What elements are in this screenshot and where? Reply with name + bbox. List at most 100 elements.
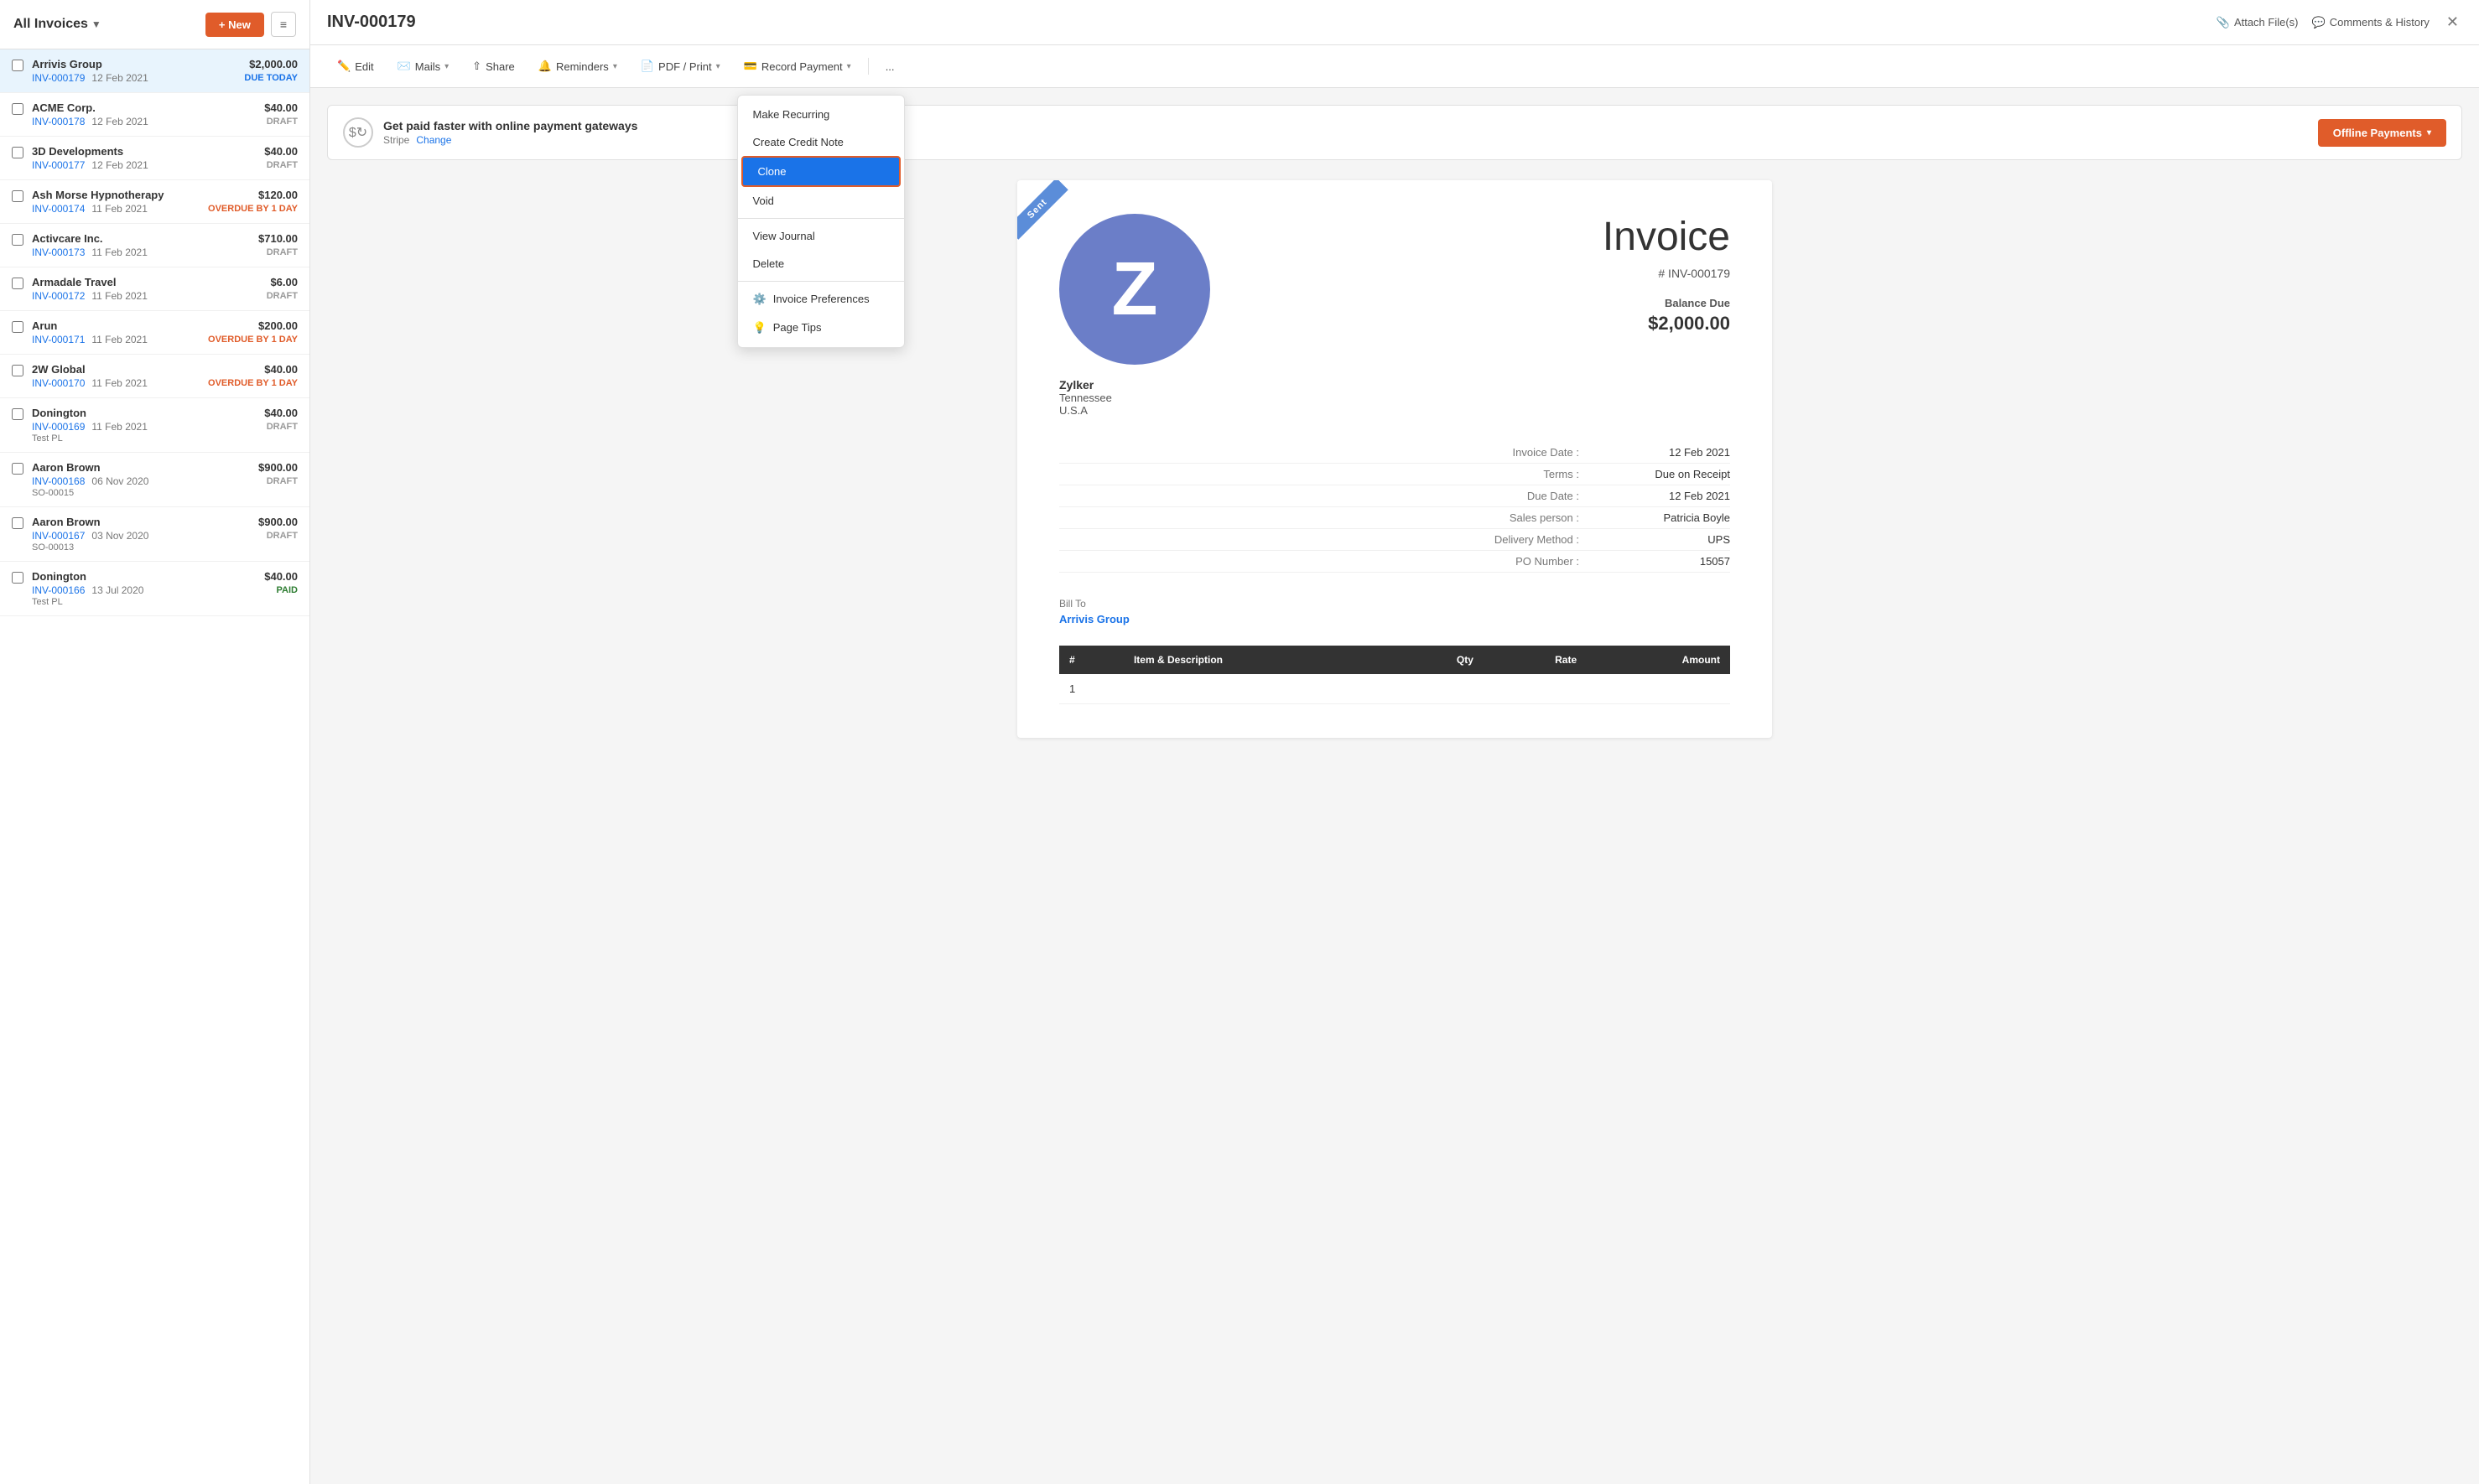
invoice-id[interactable]: INV-000168	[32, 475, 85, 487]
list-item[interactable]: Donington $40.00 INV-000166 13 Jul 2020 …	[0, 562, 309, 616]
delete-item[interactable]: Delete	[738, 250, 904, 278]
invoice-company: Arrivis Group	[32, 58, 102, 70]
close-button[interactable]: ✕	[2443, 10, 2462, 34]
comments-history-link[interactable]: 💬 Comments & History	[2312, 16, 2430, 29]
item-amount	[1587, 674, 1730, 704]
status-badge: DRAFT	[267, 475, 298, 487]
invoice-title-area: Invoice # INV-000179 Balance Due $2,000.…	[1603, 214, 1730, 335]
detail-row: Invoice Date : 12 Feb 2021	[1059, 442, 1730, 464]
invoice-info: Activcare Inc. $710.00 INV-000173 11 Feb…	[32, 232, 298, 258]
change-link[interactable]: Change	[416, 134, 451, 146]
invoice-checkbox[interactable]	[12, 321, 23, 333]
status-badge: DUE TODAY	[244, 72, 298, 84]
list-item[interactable]: 3D Developments $40.00 INV-000177 12 Feb…	[0, 137, 309, 180]
pdf-print-button[interactable]: 📄 PDF / Print ▾	[631, 54, 730, 79]
invoice-checkbox[interactable]	[12, 103, 23, 115]
list-item[interactable]: Aaron Brown $900.00 INV-000168 06 Nov 20…	[0, 453, 309, 507]
invoice-id[interactable]: INV-000167	[32, 530, 85, 542]
offline-payments-button[interactable]: Offline Payments ▾	[2318, 119, 2446, 147]
status-badge: DRAFT	[267, 159, 298, 171]
invoice-id[interactable]: INV-000170	[32, 377, 85, 389]
invoice-checkbox[interactable]	[12, 60, 23, 71]
detail-value: UPS	[1596, 533, 1730, 546]
detail-label: Invoice Date :	[1445, 446, 1579, 459]
view-journal-item[interactable]: View Journal	[738, 222, 904, 250]
invoice-checkbox[interactable]	[12, 365, 23, 376]
mails-button[interactable]: ✉️ Mails ▾	[387, 54, 460, 79]
detail-row: PO Number : 15057	[1059, 551, 1730, 573]
list-item[interactable]: Ash Morse Hypnotherapy $120.00 INV-00017…	[0, 180, 309, 224]
attach-files-link[interactable]: 📎 Attach File(s)	[2217, 16, 2299, 29]
invoice-checkbox[interactable]	[12, 278, 23, 289]
invoice-checkbox[interactable]	[12, 463, 23, 475]
gear-icon: ⚙️	[753, 293, 767, 306]
table-header: Item & Description	[1124, 646, 1392, 674]
invoice-amount: $200.00	[258, 319, 298, 332]
dropdown-divider-2	[738, 281, 904, 282]
invoice-checkbox[interactable]	[12, 517, 23, 529]
reminders-label: Reminders	[556, 60, 609, 73]
status-badge: OVERDUE BY 1 DAY	[208, 334, 298, 345]
invoice-bottom: INV-000172 11 Feb 2021 DRAFT	[32, 290, 298, 302]
invoice-amount: $900.00	[258, 461, 298, 474]
more-menu-container: ... Make Recurring Create Credit Note Cl…	[876, 54, 905, 79]
status-badge: DRAFT	[267, 116, 298, 127]
create-credit-note-item[interactable]: Create Credit Note	[738, 128, 904, 156]
invoice-id[interactable]: INV-000174	[32, 203, 85, 215]
invoice-id[interactable]: INV-000169	[32, 421, 85, 433]
share-button[interactable]: ⇧ Share	[462, 54, 525, 79]
invoice-top: Ash Morse Hypnotherapy $120.00	[32, 189, 298, 201]
invoice-info: Arrivis Group $2,000.00 INV-000179 12 Fe…	[32, 58, 298, 84]
invoice-checkbox[interactable]	[12, 408, 23, 420]
list-item[interactable]: Activcare Inc. $710.00 INV-000173 11 Feb…	[0, 224, 309, 267]
company-name: Zylker	[1059, 378, 1112, 392]
invoice-id[interactable]: INV-000178	[32, 116, 85, 127]
list-item[interactable]: Arrivis Group $2,000.00 INV-000179 12 Fe…	[0, 49, 309, 93]
invoice-checkbox[interactable]	[12, 190, 23, 202]
invoice-bottom: INV-000177 12 Feb 2021 DRAFT	[32, 159, 298, 171]
detail-label: PO Number :	[1445, 555, 1579, 568]
list-item[interactable]: ACME Corp. $40.00 INV-000178 12 Feb 2021…	[0, 93, 309, 137]
status-badge: PAID	[277, 584, 298, 596]
list-item[interactable]: Armadale Travel $6.00 INV-000172 11 Feb …	[0, 267, 309, 311]
invoice-info: 2W Global $40.00 INV-000170 11 Feb 2021 …	[32, 363, 298, 389]
invoice-meta: INV-000179 12 Feb 2021	[32, 72, 148, 84]
status-badge: DRAFT	[267, 530, 298, 542]
new-button[interactable]: + New	[205, 13, 264, 37]
void-item[interactable]: Void	[738, 187, 904, 215]
invoice-preferences-item[interactable]: ⚙️ Invoice Preferences	[738, 285, 904, 314]
invoice-checkbox[interactable]	[12, 147, 23, 158]
invoice-amount: $40.00	[264, 570, 298, 583]
status-badge: OVERDUE BY 1 DAY	[208, 203, 298, 215]
invoice-bottom: INV-000171 11 Feb 2021 OVERDUE BY 1 DAY	[32, 334, 298, 345]
reminders-button[interactable]: 🔔 Reminders ▾	[528, 54, 627, 79]
list-item[interactable]: Aaron Brown $900.00 INV-000167 03 Nov 20…	[0, 507, 309, 562]
more-button[interactable]: ...	[876, 54, 905, 79]
bill-to-name[interactable]: Arrivis Group	[1059, 613, 1730, 625]
page-tips-item[interactable]: 💡 Page Tips	[738, 314, 904, 342]
invoice-id[interactable]: INV-000171	[32, 334, 85, 345]
lightbulb-icon: 💡	[753, 321, 767, 335]
list-item[interactable]: Donington $40.00 INV-000169 11 Feb 2021 …	[0, 398, 309, 453]
list-item[interactable]: 2W Global $40.00 INV-000170 11 Feb 2021 …	[0, 355, 309, 398]
list-item[interactable]: Arun $200.00 INV-000171 11 Feb 2021 OVER…	[0, 311, 309, 355]
invoice-id[interactable]: INV-000173	[32, 246, 85, 258]
invoice-date: 11 Feb 2021	[91, 334, 148, 345]
banner-title: Get paid faster with online payment gate…	[383, 119, 2308, 132]
invoice-id[interactable]: INV-000179	[32, 72, 85, 84]
record-payment-button[interactable]: 💳 Record Payment ▾	[734, 54, 861, 79]
stripe-label: Stripe	[383, 134, 409, 146]
page-tips-label: Page Tips	[773, 321, 822, 334]
invoice-id[interactable]: INV-000166	[32, 584, 85, 596]
invoice-info: Arun $200.00 INV-000171 11 Feb 2021 OVER…	[32, 319, 298, 345]
invoice-id[interactable]: INV-000172	[32, 290, 85, 302]
make-recurring-item[interactable]: Make Recurring	[738, 101, 904, 128]
invoice-checkbox[interactable]	[12, 572, 23, 584]
clone-item[interactable]: Clone	[741, 156, 901, 187]
menu-button[interactable]: ≡	[271, 12, 296, 37]
edit-button[interactable]: ✏️ Edit	[327, 54, 384, 79]
invoice-id[interactable]: INV-000177	[32, 159, 85, 171]
sidebar-title[interactable]: All Invoices ▼	[13, 17, 101, 32]
invoice-checkbox[interactable]	[12, 234, 23, 246]
company-country: U.S.A	[1059, 404, 1112, 417]
